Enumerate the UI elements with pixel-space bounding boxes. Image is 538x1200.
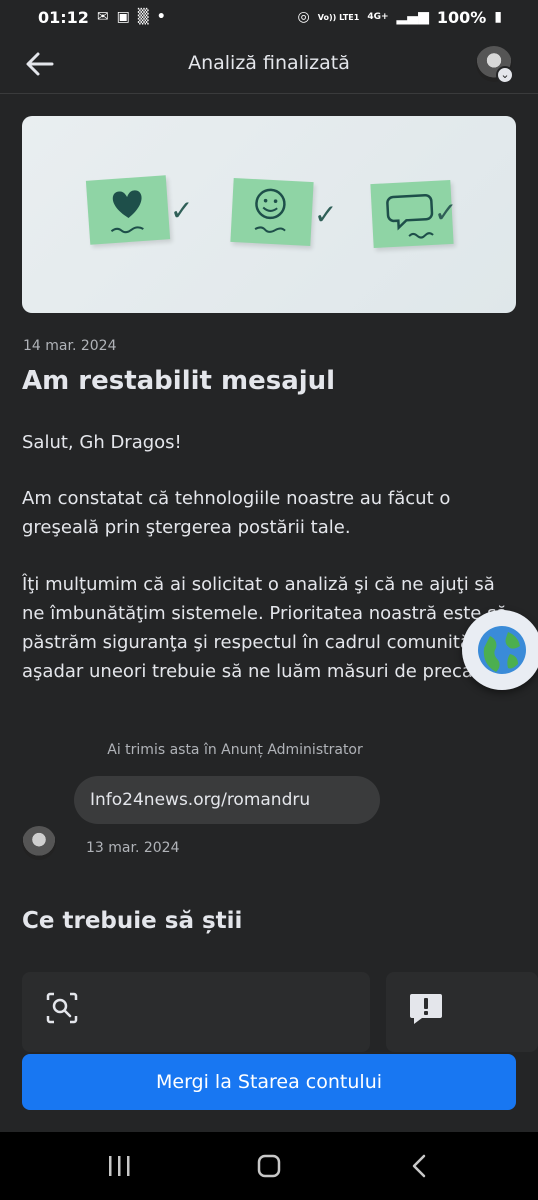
search-icon: [46, 992, 78, 1024]
page-title: Analiză finalizată: [188, 52, 350, 74]
status-bar: 01:12 ✉ ▣ ▒ • ◎ Vo)) LTE1 4G+ ▂▄▆ 100% ▮: [0, 0, 538, 34]
smile-note-icon: [230, 177, 314, 247]
check-icon: ✓: [434, 196, 458, 229]
avatar: [22, 826, 56, 860]
app-bar: Analiză finalizată ⌄: [0, 34, 538, 94]
globe-icon: [478, 626, 526, 674]
section-title: Ce trebuie să știi: [22, 908, 243, 934]
status-time: 01:12: [38, 7, 89, 27]
check-icon: ✓: [314, 198, 338, 231]
system-nav-bar: [0, 1132, 538, 1200]
body-paragraph-1: Am constatat că tehnologiile noastre au …: [22, 488, 451, 538]
recents-icon[interactable]: [104, 1152, 134, 1180]
account-status-button[interactable]: Mergi la Starea contului: [22, 1054, 516, 1110]
battery-level: 100%: [436, 7, 487, 27]
info-card-alert[interactable]: [386, 972, 538, 1052]
headline: Am restabilit mesajul: [22, 366, 336, 396]
back-icon[interactable]: [404, 1152, 434, 1180]
post-date: 13 mar. 2024: [86, 840, 180, 856]
greeting-text: Salut, Gh Dragos!: [22, 432, 182, 453]
chevron-down-icon[interactable]: ⌄: [496, 66, 514, 84]
lte-indicator: Vo)) LTE1: [317, 12, 360, 22]
notification-icon: ▒: [137, 9, 149, 25]
check-icon: ✓: [170, 194, 194, 227]
hotspot-icon: ◎: [297, 9, 310, 25]
home-icon[interactable]: [254, 1152, 284, 1180]
hero-illustration: ✓ ✓ ✓: [22, 116, 516, 313]
alert-icon: [410, 994, 442, 1024]
mail-icon: ✉: [96, 9, 109, 25]
floating-bubble[interactable]: [462, 610, 538, 690]
network-type: 4G+: [367, 12, 389, 22]
message-date: 14 mar. 2024: [23, 338, 117, 354]
body-paragraph-2: Îţi mulţumim că ai solicitat o analiză ş…: [22, 574, 514, 682]
post-link-bubble[interactable]: Info24news.org/romandru: [74, 776, 380, 824]
battery-icon: ▮: [494, 9, 502, 25]
dot-icon: •: [156, 9, 166, 25]
gallery-icon: ▣: [116, 9, 130, 25]
heart-note-icon: [85, 175, 171, 245]
info-card-review[interactable]: [22, 972, 370, 1052]
signal-icon: ▂▄▆: [396, 9, 429, 25]
sent-label: Ai trimis asta în Anunț Administrator: [107, 742, 363, 758]
